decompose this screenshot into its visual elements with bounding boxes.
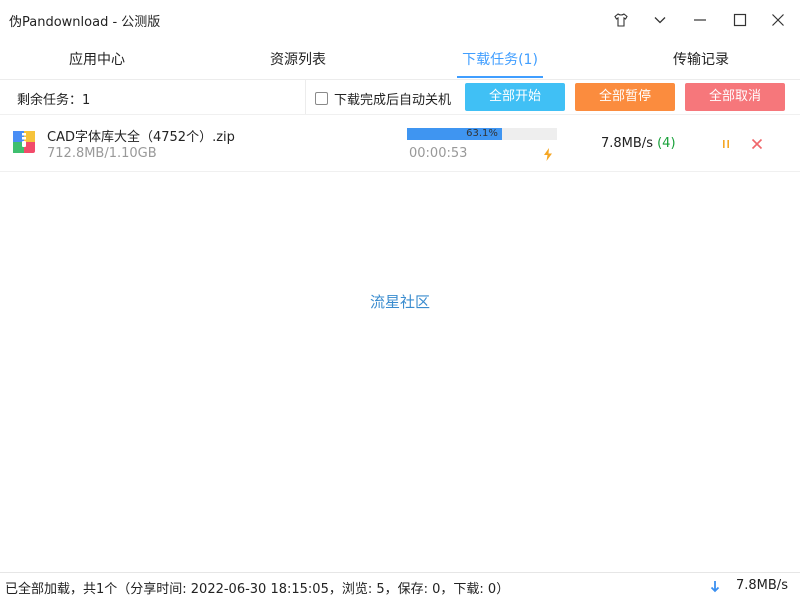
task-toolbar: 剩余任务：1 下载完成后自动关机 全部开始 全部暂停 全部取消 [0, 80, 800, 115]
zip-file-icon [13, 131, 35, 153]
auto-shutdown-checkbox[interactable] [315, 92, 328, 105]
shirt-icon[interactable] [607, 6, 635, 34]
status-bar: 已全部加载，共1个（分享时间: 2022-06-30 18:15:05，浏览: … [0, 572, 800, 600]
total-speed: 7.8MB/s [736, 578, 788, 593]
progress-percent: 63.1% [466, 128, 498, 139]
start-all-button[interactable]: 全部开始 [465, 83, 565, 111]
thread-count: (4) [657, 136, 676, 151]
auto-shutdown-option[interactable]: 下载完成后自动关机 [315, 89, 451, 108]
auto-shutdown-label: 下载完成后自动关机 [334, 93, 452, 108]
pause-icon[interactable] [720, 137, 732, 151]
close-window-icon[interactable] [764, 6, 792, 34]
elapsed-time: 00:00:53 [409, 146, 468, 161]
cancel-all-button[interactable]: 全部取消 [685, 83, 785, 111]
tab-download-tasks[interactable]: 下载任务(1) [450, 40, 550, 80]
progress-bar: 63.1% [407, 128, 557, 140]
minimize-icon[interactable] [686, 6, 714, 34]
title-bar: 伪Pandownload - 公测版 [0, 0, 800, 40]
download-task-row[interactable]: CAD字体库大全（4752个）.zip 712.8MB/1.10GB 63.1%… [0, 116, 800, 172]
download-arrow-icon [710, 581, 720, 593]
remove-task-icon[interactable] [750, 137, 764, 151]
speed-value: 7.8MB/s [601, 136, 653, 151]
download-speed: 7.8MB/s (4) [601, 136, 676, 151]
pause-all-button[interactable]: 全部暂停 [575, 83, 675, 111]
maximize-icon[interactable] [726, 6, 754, 34]
tab-app-center[interactable]: 应用中心 [47, 40, 147, 80]
toolbar-divider [305, 80, 306, 114]
tab-bar: 应用中心 资源列表 下载任务(1) 传输记录 [0, 40, 800, 80]
status-text: 已全部加载，共1个（分享时间: 2022-06-30 18:15:05，浏览: … [5, 582, 510, 597]
tab-transfer-records[interactable]: 传输记录 [651, 40, 751, 80]
active-tab-indicator [457, 76, 543, 78]
file-name: CAD字体库大全（4752个）.zip [47, 130, 235, 145]
community-link[interactable]: 流星社区 [0, 291, 800, 312]
tab-resource-list[interactable]: 资源列表 [248, 40, 348, 80]
chevron-down-icon[interactable] [646, 6, 674, 34]
window-title: 伪Pandownload - 公测版 [9, 15, 161, 30]
remaining-tasks: 剩余任务：1 [17, 93, 91, 108]
bolt-icon [544, 148, 552, 161]
file-size: 712.8MB/1.10GB [47, 146, 157, 161]
